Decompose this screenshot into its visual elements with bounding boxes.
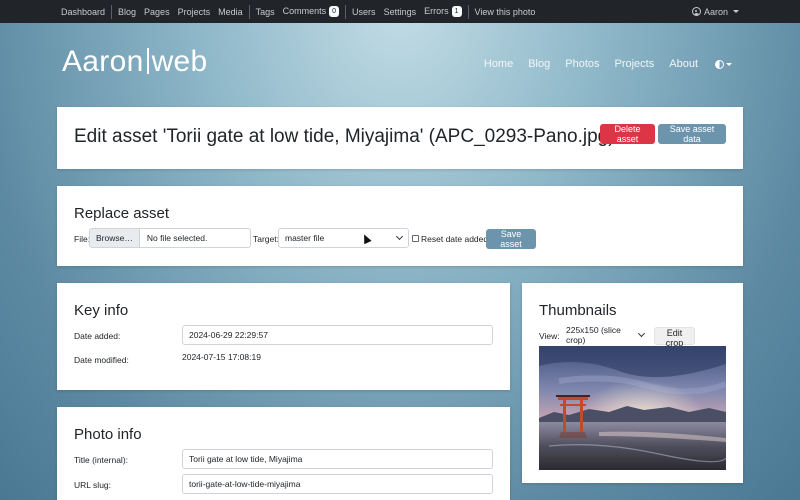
target-label: Target:: [253, 234, 279, 244]
caret-down-icon: [733, 10, 739, 13]
replace-asset-card: Replace asset File: Browse… No file sele…: [57, 186, 743, 266]
admin-link-media[interactable]: Media: [218, 7, 243, 17]
url-slug-field[interactable]: torii-gate-at-low-tide-miyajima: [182, 474, 493, 494]
thumbnail-view-select[interactable]: 225x150 (slice crop): [559, 325, 651, 345]
reset-date-checkbox[interactable]: [412, 235, 419, 242]
admin-link-blog[interactable]: Blog: [118, 7, 136, 17]
nav-about[interactable]: About: [669, 58, 698, 70]
file-input[interactable]: Browse… No file selected.: [89, 228, 251, 248]
date-modified-label: Date modified:: [74, 355, 129, 365]
admin-link-settings[interactable]: Settings: [384, 7, 417, 17]
admin-link-dashboard[interactable]: Dashboard: [61, 7, 105, 17]
site-title-left: Aaron: [62, 45, 144, 78]
admin-link-users[interactable]: Users: [352, 7, 376, 17]
admin-link-errors[interactable]: Errors 1: [424, 6, 462, 17]
target-select[interactable]: master file: [278, 228, 409, 248]
divider: [345, 4, 347, 19]
admin-link-pages[interactable]: Pages: [144, 7, 170, 17]
user-circle-icon: [691, 7, 701, 16]
nav-photos[interactable]: Photos: [565, 58, 599, 70]
nav-home[interactable]: Home: [484, 58, 513, 70]
user-menu[interactable]: Aaron: [691, 0, 739, 23]
divider: [111, 4, 113, 19]
divider: [248, 4, 250, 19]
date-added-field[interactable]: 2024-06-29 22:29:57: [182, 325, 493, 345]
title-internal-field[interactable]: Torii gate at low tide, Miyajima: [182, 449, 493, 469]
photo-info-heading: Photo info: [74, 426, 142, 443]
replace-asset-heading: Replace asset: [74, 205, 170, 222]
admin-bar: Dashboard Blog Pages Projects Media Tags…: [0, 0, 800, 23]
photo-info-card: Photo info Title (internal): Torii gate …: [57, 407, 510, 500]
page-title: Edit asset 'Torii gate at low tide, Miya…: [74, 126, 615, 147]
thumbnail-view-value: 225x150 (slice crop): [566, 325, 621, 345]
date-added-label: Date added:: [74, 331, 121, 341]
chevron-down-icon: [395, 232, 404, 241]
nav-blog[interactable]: Blog: [528, 58, 550, 70]
thumbnails-heading: Thumbnails: [539, 302, 617, 319]
file-label: File:: [74, 234, 91, 244]
site-title[interactable]: Aaron web: [62, 45, 208, 79]
contrast-icon: [715, 59, 724, 69]
theme-toggle[interactable]: [715, 59, 732, 69]
edit-crop-button[interactable]: Edit crop: [654, 327, 695, 348]
thumbnails-card: Thumbnails View: 225x150 (slice crop) Ed…: [522, 283, 743, 483]
save-asset-button[interactable]: Save asset: [486, 229, 536, 249]
errors-count-badge: 1: [451, 6, 462, 17]
nav-projects[interactable]: Projects: [615, 58, 655, 70]
reset-date-label: Reset date added?: [421, 234, 493, 244]
asset-header-card: Edit asset 'Torii gate at low tide, Miya…: [57, 107, 743, 169]
url-slug-label: URL slug:: [74, 480, 112, 490]
comments-count-badge: 0: [329, 6, 340, 17]
delete-asset-button[interactable]: Delete asset: [600, 124, 655, 144]
key-info-heading: Key info: [74, 302, 129, 319]
view-label: View:: [539, 331, 560, 341]
date-modified-value: 2024-07-15 17:08:19: [182, 352, 261, 362]
key-info-card: Key info Date added: 2024-06-29 22:29:57…: [57, 283, 510, 390]
admin-link-tags[interactable]: Tags: [256, 7, 275, 17]
browse-button[interactable]: Browse…: [90, 229, 140, 247]
file-status: No file selected.: [146, 233, 208, 243]
thumbnail-image: [539, 346, 726, 470]
site-nav: Home Blog Photos Projects About: [469, 58, 732, 70]
title-internal-label: Title (internal):: [74, 455, 129, 465]
save-asset-data-button[interactable]: Save asset data: [658, 124, 726, 144]
divider: [467, 4, 469, 19]
user-name: Aaron: [703, 6, 728, 17]
admin-link-comments[interactable]: Comments 0: [282, 6, 340, 17]
title-divider: [146, 48, 149, 74]
torii-photo-svg: [539, 346, 726, 470]
caret-down-icon: [726, 62, 732, 66]
admin-link-projects[interactable]: Projects: [178, 7, 211, 17]
admin-link-errors-label: Errors: [424, 6, 449, 16]
admin-link-comments-label: Comments: [282, 6, 327, 16]
site-title-right: web: [151, 45, 208, 78]
admin-link-view-photo[interactable]: View this photo: [475, 7, 536, 17]
target-select-value: master file: [285, 233, 325, 243]
